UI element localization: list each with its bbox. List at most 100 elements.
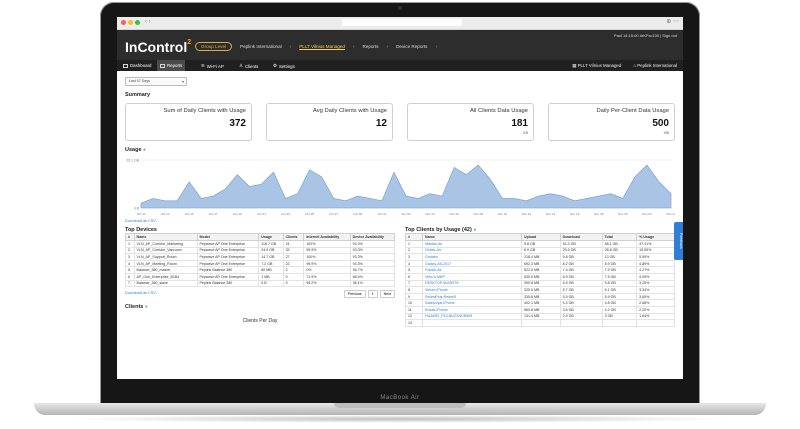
devices-download-csv-link[interactable]: Download as CSV (125, 291, 156, 295)
tab-dashboard[interactable]: Dashboard (123, 63, 151, 68)
device-column-header[interactable]: Usage (258, 233, 284, 241)
table-row[interactable]: 2 VLN_AP_Corridor_Vanroom Pepwave AP One E… (125, 246, 396, 255)
crumb-organization[interactable]: Peplink International (238, 43, 284, 50)
table-row[interactable]: 1 VLN_AP_Corridor_Marketing Pepwave AP One… (125, 240, 396, 248)
feedback-tab[interactable]: Feedback (674, 222, 683, 260)
pager-previous-button[interactable]: Previous (343, 290, 366, 299)
table-cell: 54.3 GB (559, 240, 603, 248)
pager-next-button[interactable]: Next (379, 290, 395, 299)
org-switcher[interactable]: ⌂ Peplink International (633, 63, 677, 69)
table-cell[interactable]: SaidArvyai-iPhone (422, 299, 522, 307)
table-cell[interactable]: Gedaim (422, 253, 522, 261)
table-cell[interactable]: DESKTOP-5U05S78 (422, 279, 522, 288)
device-column-header[interactable]: Model (196, 233, 260, 241)
table-cell: 522.6 MB (520, 266, 561, 274)
device-column-header[interactable]: Device Availability (349, 233, 396, 241)
table-cell[interactable]: Virtum-iPhone (422, 286, 522, 294)
table-row[interactable]: 5 Balance_380_master Peplink Balance 380 80… (125, 266, 396, 274)
table-row[interactable]: 8 Virtum-iPhone 325.5 MB 5.7 GB 6.1 GB 3.34% (404, 286, 675, 294)
tab-wifi-ap[interactable]: ≋ Wi-Fi AP (201, 63, 224, 69)
table-cell[interactable]: AP_One_Enterprise_B1B4 (133, 272, 198, 281)
table-cell[interactable] (422, 319, 522, 327)
tab-settings[interactable]: ⚙ Settings (273, 63, 295, 69)
table-cell: 3 (125, 253, 135, 261)
table-row[interactable]: 1 Mantas-Air 9.8 GB 54.3 GB 58.1 GB 37.41% (404, 240, 675, 248)
minimize-dot-icon[interactable] (128, 20, 133, 25)
table-cell: 2.20% (636, 305, 675, 314)
info-icon[interactable]: ● (473, 227, 476, 233)
tab-clients[interactable]: ♙ Clients (239, 63, 258, 69)
table-cell: 7 (125, 279, 135, 288)
client-column-header[interactable]: Download (559, 233, 603, 241)
table-cell: 3.34% (636, 286, 675, 294)
table-row[interactable]: 7 Balance_380_slave Peplink Balance 380 0 B… (125, 279, 396, 288)
client-column-header[interactable]: % Usage (636, 233, 675, 241)
date-range-select[interactable]: Last 07 Days (125, 77, 187, 86)
table-row[interactable]: 9 RedmiPlus-Redmi5 335.8 MB 5.5 GB 5.9 GB 3.6… (404, 292, 675, 301)
browser-tools-icon[interactable]: ⊕ ⋯ (666, 18, 679, 25)
table-row[interactable]: 3 VLN_AP_Support_Room Pepwave AP One Enter… (125, 253, 396, 261)
user-line[interactable]: Paul 14:15:00 #rKFxc100 | Sign out (614, 33, 677, 38)
table-row[interactable]: 13 (404, 319, 675, 327)
group-switcher[interactable]: ▦ PLLT Vilnius Managed (572, 63, 621, 69)
table-row[interactable]: 5 Pokste-Air 522.6 MB 7.4 GB 7.9 GB 4.27% (404, 266, 675, 274)
table-cell[interactable]: Balance_380_master (133, 266, 198, 274)
table-cell[interactable]: Mantas-Air (422, 240, 522, 248)
table-row[interactable]: 6 Virbu's-MBP 530.5 MB 6.9 GB 7.5 GB 4.09% (404, 272, 675, 281)
table-cell[interactable]: Virbu's-MBP (422, 272, 522, 281)
device-column-header[interactable]: # (125, 233, 135, 241)
table-row[interactable]: 3 Gedaim 216.4 MB 9.8 GB 13 GB 5.59% (404, 253, 675, 261)
client-column-header[interactable]: Upload (520, 233, 561, 241)
table-cell: 216.4 MB (520, 253, 561, 261)
table-cell: 99.9% (303, 246, 351, 255)
table-row[interactable]: 4 VLN_AP_Meeting_Room Pepwave AP One Enter… (125, 259, 396, 268)
maximize-dot-icon[interactable] (135, 20, 140, 25)
crumb-reports[interactable]: Reports (360, 43, 380, 50)
table-cell[interactable]: VLN_AP_Corridor_Marketing (133, 240, 198, 248)
device-column-header[interactable]: Internet Availability (303, 233, 351, 241)
table-cell[interactable]: HUAWEI_P10-BUZXNGB905 (422, 312, 522, 321)
table-cell[interactable]: VLN_AP_Meeting_Room (133, 259, 198, 268)
table-cell[interactable]: Galaxy-A5-2017 (422, 259, 522, 268)
table-cell[interactable]: Rokas-iPhone (422, 305, 522, 314)
device-column-header[interactable]: Name (133, 233, 198, 241)
table-cell[interactable]: Pokste-Air (422, 266, 522, 274)
address-bar[interactable] (342, 19, 462, 26)
table-cell: 68.4% (349, 272, 396, 281)
client-column-header[interactable]: # (404, 233, 424, 241)
table-cell: 3 (404, 253, 424, 261)
back-forward-icon[interactable]: ‹ › (145, 19, 151, 25)
usage-chart: 20.1 GB 0 B Oct 11 Oct 13 Oct 15 Oct 17 Oct 19… (125, 156, 677, 218)
table-row[interactable]: 6 AP_One_Enterprise_B1B4 Pepwave AP One En… (125, 272, 396, 281)
table-row[interactable]: 7 DESKTOP-5U05S78 390.8 MB 5.5 GB 5.8 GB 3.25… (404, 279, 675, 288)
client-column-header[interactable]: Total (601, 233, 638, 241)
table-cell: 402.1 MB (520, 299, 561, 307)
crumb-device-reports[interactable]: Device Reports (394, 43, 429, 50)
table-cell[interactable]: RedmiPlus-Redmi5 (422, 292, 522, 301)
table-cell: 8 (404, 286, 424, 294)
crumb-group-level[interactable]: Group Level (195, 42, 233, 51)
table-cell[interactable]: VLN_AP_Support_Room (133, 253, 198, 261)
table-row[interactable]: 10 SaidArvyai-iPhone 402.1 MB 4.4 GB 4.8 GB 2… (404, 299, 675, 307)
close-dot-icon[interactable] (121, 20, 126, 25)
table-cell[interactable]: Balance_380_slave (133, 279, 198, 288)
x-tick-label: Nov 08 (474, 212, 484, 216)
incontrol-logo[interactable]: InControl2 (125, 39, 191, 55)
usage-download-csv-link[interactable]: Download as CSV (125, 219, 675, 223)
info-icon[interactable]: ● (145, 304, 148, 310)
table-row[interactable]: 2 Gintes-Air 8.9 GB 25.9 GB 28.8 GB 15.59% (404, 246, 675, 255)
table-row[interactable]: 11 Rokas-iPhone 560.8 MB 3.6 GB 4.2 GB 2.20% (404, 305, 675, 314)
x-tick-label: Oct 15 (185, 212, 194, 216)
pager-page-button[interactable]: 1 (367, 290, 378, 299)
table-row[interactable]: 12 HUAWEI_P10-BUZXNGB905 131.4 MB 2.9 GB 3 G… (404, 312, 675, 321)
table-cell[interactable]: Gintes-Air (422, 246, 522, 255)
table-cell[interactable]: VLN_AP_Corridor_Vanroom (133, 246, 198, 255)
info-icon[interactable]: ● (143, 147, 146, 153)
crumb-group[interactable]: PLLT Vilnius Managed (297, 43, 347, 50)
client-column-header[interactable]: Name (422, 233, 522, 241)
table-row[interactable]: 4 Galaxy-A5-2017 692.3 MB 8.2 GB 8.9 GB 4.89% (404, 259, 675, 268)
device-column-header[interactable]: Clients (282, 233, 305, 241)
x-tick-label: Oct 27 (329, 212, 338, 216)
tab-reports[interactable]: Reports (157, 60, 186, 71)
table-cell: 99.9% (303, 259, 351, 268)
